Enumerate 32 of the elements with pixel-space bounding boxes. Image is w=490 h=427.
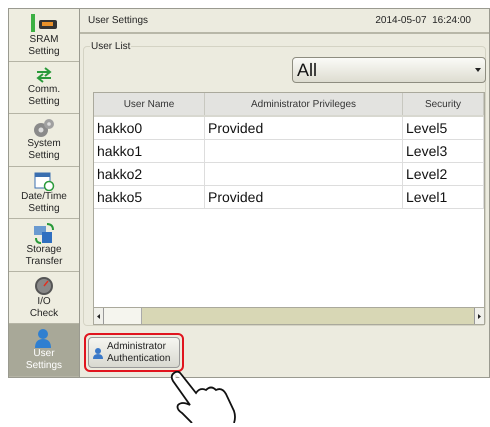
filter-dropdown[interactable]: All	[292, 57, 486, 83]
sidebar-item[interactable]: Comm. Setting	[9, 62, 79, 114]
scroll-right-button[interactable]	[474, 308, 484, 324]
date-time: 2014-05-07 16:24:00	[375, 14, 471, 28]
gauge-icon	[34, 276, 54, 296]
table-cell: Provided	[205, 186, 403, 208]
table-cell: Level5	[403, 117, 484, 139]
table-cell: hakko5	[94, 186, 205, 208]
table-cell: Level2	[403, 163, 484, 185]
memory-card-icon	[29, 12, 59, 34]
table-cell: hakko0	[94, 117, 205, 139]
scroll-left-button[interactable]	[94, 308, 104, 324]
user-icon	[92, 346, 104, 358]
storage-transfer-icon	[33, 222, 55, 244]
table-cell: Provided	[205, 117, 403, 139]
column-header[interactable]: Administrator Privileges	[205, 93, 403, 115]
gears-icon	[33, 118, 55, 138]
table-cell: Level3	[403, 140, 484, 162]
admin-auth-button[interactable]: Administrator Authentication	[88, 337, 180, 368]
left-arrow-icon	[97, 314, 100, 318]
screen-title: User Settings	[88, 14, 148, 28]
sidebar-item[interactable]: Date/Time Setting	[9, 166, 79, 220]
table-cell: hakko1	[94, 140, 205, 162]
column-header[interactable]: User Name	[94, 93, 205, 115]
calendar-clock-icon	[33, 170, 55, 191]
scrollbar-thumb[interactable]	[104, 308, 142, 324]
right-arrow-icon	[478, 314, 481, 318]
table-cell: hakko2	[94, 163, 205, 185]
column-header[interactable]: Security	[403, 93, 484, 115]
user-icon	[34, 328, 54, 348]
table-cell: Level1	[403, 186, 484, 208]
dropdown-arrow-icon	[475, 68, 481, 72]
